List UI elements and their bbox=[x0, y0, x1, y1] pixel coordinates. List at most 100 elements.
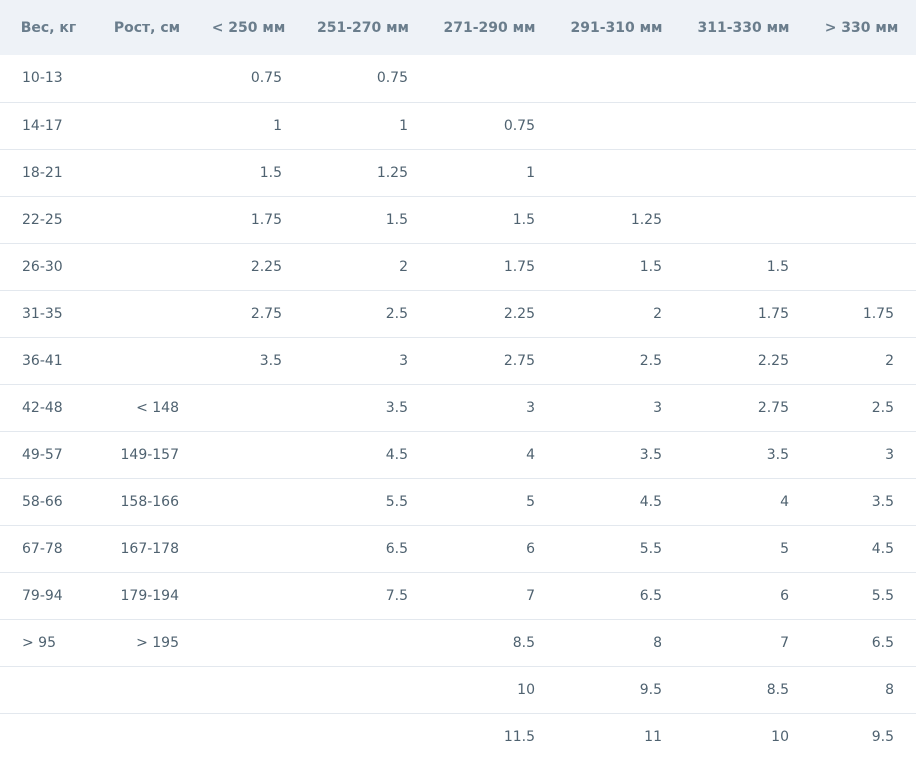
table-row: 42-48 < 148 3.5 3 3 2.75 2.5 bbox=[0, 384, 916, 431]
table-row: > 95 > 195 8.5 8 7 6.5 bbox=[0, 619, 916, 666]
cell-size-3: 1 bbox=[526, 164, 535, 181]
cell-size-4: 3 bbox=[653, 399, 662, 416]
header-height[interactable]: Рост, см bbox=[97, 0, 197, 55]
cell-size-1 bbox=[197, 478, 300, 525]
cell-size-1 bbox=[197, 666, 300, 713]
header-weight[interactable]: Вес, кг bbox=[0, 0, 97, 55]
cell-size-3: 1.5 bbox=[512, 211, 535, 228]
cell-size-4: 2.5 bbox=[639, 352, 662, 369]
cell-size-4 bbox=[553, 102, 680, 149]
cell-size-2 bbox=[300, 666, 426, 713]
cell-size-6 bbox=[807, 149, 916, 196]
cell-size-4: 5.5 bbox=[639, 540, 662, 557]
cell-size-6 bbox=[807, 196, 916, 243]
cell-height bbox=[97, 102, 197, 149]
cell-weight: 10-13 bbox=[22, 70, 63, 87]
header-size-1[interactable]: < 250 мм bbox=[197, 0, 300, 55]
cell-size-3: 5 bbox=[526, 493, 535, 510]
cell-weight: > 95 bbox=[22, 634, 56, 651]
cell-size-6: 3.5 bbox=[871, 493, 894, 510]
cell-size-1 bbox=[197, 619, 300, 666]
cell-size-1 bbox=[197, 525, 300, 572]
cell-size-6: 5.5 bbox=[871, 587, 894, 604]
table-row: 22-25 1.75 1.5 1.5 1.25 bbox=[0, 196, 916, 243]
cell-size-2: 4.5 bbox=[385, 446, 408, 463]
cell-weight: 22-25 bbox=[22, 211, 63, 228]
table-row: 49-57 149-157 4.5 4 3.5 3.5 3 bbox=[0, 431, 916, 478]
cell-size-4: 11 bbox=[644, 728, 662, 745]
cell-weight: 31-35 bbox=[22, 305, 63, 322]
table-row: 31-35 2.75 2.5 2.25 2 1.75 1.75 bbox=[0, 290, 916, 337]
cell-size-2: 0.75 bbox=[376, 70, 408, 87]
cell-size-6: 1.75 bbox=[862, 305, 894, 322]
cell-size-5: 1.75 bbox=[757, 305, 789, 322]
cell-height: < 148 bbox=[136, 399, 179, 416]
cell-weight: 14-17 bbox=[22, 117, 63, 134]
cell-size-1: 0.75 bbox=[250, 70, 282, 87]
cell-size-4: 8 bbox=[653, 634, 662, 651]
header-size-6[interactable]: > 330 мм bbox=[807, 0, 916, 55]
header-size-5[interactable]: 311-330 мм bbox=[680, 0, 807, 55]
cell-size-6 bbox=[807, 102, 916, 149]
cell-size-4: 3.5 bbox=[639, 446, 662, 463]
cell-size-5: 7 bbox=[780, 634, 789, 651]
cell-size-3: 2.75 bbox=[503, 352, 535, 369]
cell-size-1 bbox=[197, 713, 300, 760]
cell-size-5: 10 bbox=[771, 728, 789, 745]
header-size-2[interactable]: 251-270 мм bbox=[300, 0, 426, 55]
cell-size-6: 2.5 bbox=[871, 399, 894, 416]
cell-size-4: 9.5 bbox=[639, 681, 662, 698]
cell-weight bbox=[0, 713, 97, 760]
cell-size-2: 6.5 bbox=[385, 540, 408, 557]
cell-size-4 bbox=[553, 149, 680, 196]
cell-size-1: 1.75 bbox=[250, 211, 282, 228]
table-row: 18-21 1.5 1.25 1 bbox=[0, 149, 916, 196]
cell-size-1 bbox=[197, 572, 300, 619]
cell-size-6: 3 bbox=[885, 446, 894, 463]
header-size-4[interactable]: 291-310 мм bbox=[553, 0, 680, 55]
cell-height bbox=[97, 149, 197, 196]
cell-size-2: 2 bbox=[399, 258, 408, 275]
cell-size-4: 1.25 bbox=[630, 211, 662, 228]
cell-height bbox=[97, 55, 197, 102]
table-body: 10-13 0.75 0.75 14-17 1 1 0.75 18-21 1.5 1.25 1 22-… bbox=[0, 55, 916, 760]
cell-size-1 bbox=[197, 431, 300, 478]
cell-size-1 bbox=[197, 384, 300, 431]
header-row: Вес, кг Рост, см < 250 мм 251-270 мм 271… bbox=[0, 0, 916, 55]
cell-size-6: 2 bbox=[885, 352, 894, 369]
cell-weight: 36-41 bbox=[22, 352, 63, 369]
cell-size-5: 5 bbox=[780, 540, 789, 557]
cell-size-5: 4 bbox=[780, 493, 789, 510]
cell-size-1: 1.5 bbox=[259, 164, 282, 181]
cell-size-3: 7 bbox=[526, 587, 535, 604]
cell-size-2 bbox=[300, 713, 426, 760]
cell-size-5: 6 bbox=[780, 587, 789, 604]
cell-size-4 bbox=[553, 55, 680, 102]
cell-size-5: 2.75 bbox=[757, 399, 789, 416]
cell-height bbox=[97, 666, 197, 713]
cell-size-2: 1 bbox=[399, 117, 408, 134]
cell-weight bbox=[0, 666, 97, 713]
cell-weight: 49-57 bbox=[22, 446, 63, 463]
cell-size-2: 7.5 bbox=[385, 587, 408, 604]
cell-size-1: 2.75 bbox=[250, 305, 282, 322]
cell-weight: 26-30 bbox=[22, 258, 63, 275]
cell-height: 158-166 bbox=[120, 493, 180, 510]
table-header: Вес, кг Рост, см < 250 мм 251-270 мм 271… bbox=[0, 0, 916, 55]
cell-height: 149-157 bbox=[120, 446, 180, 463]
cell-size-6: 9.5 bbox=[871, 728, 894, 745]
table-row: 10-13 0.75 0.75 bbox=[0, 55, 916, 102]
cell-size-3: 11.5 bbox=[503, 728, 535, 745]
cell-size-5 bbox=[680, 102, 807, 149]
cell-weight: 79-94 bbox=[22, 587, 63, 604]
table-row: 58-66 158-166 5.5 5 4.5 4 3.5 bbox=[0, 478, 916, 525]
cell-size-3: 2.25 bbox=[503, 305, 535, 322]
cell-height: > 195 bbox=[136, 634, 179, 651]
header-size-3[interactable]: 271-290 мм bbox=[426, 0, 553, 55]
table-row: 67-78 167-178 6.5 6 5.5 5 4.5 bbox=[0, 525, 916, 572]
cell-size-5 bbox=[680, 196, 807, 243]
cell-size-3 bbox=[426, 55, 553, 102]
cell-size-4: 1.5 bbox=[639, 258, 662, 275]
cell-height bbox=[97, 337, 197, 384]
cell-size-5: 8.5 bbox=[766, 681, 789, 698]
